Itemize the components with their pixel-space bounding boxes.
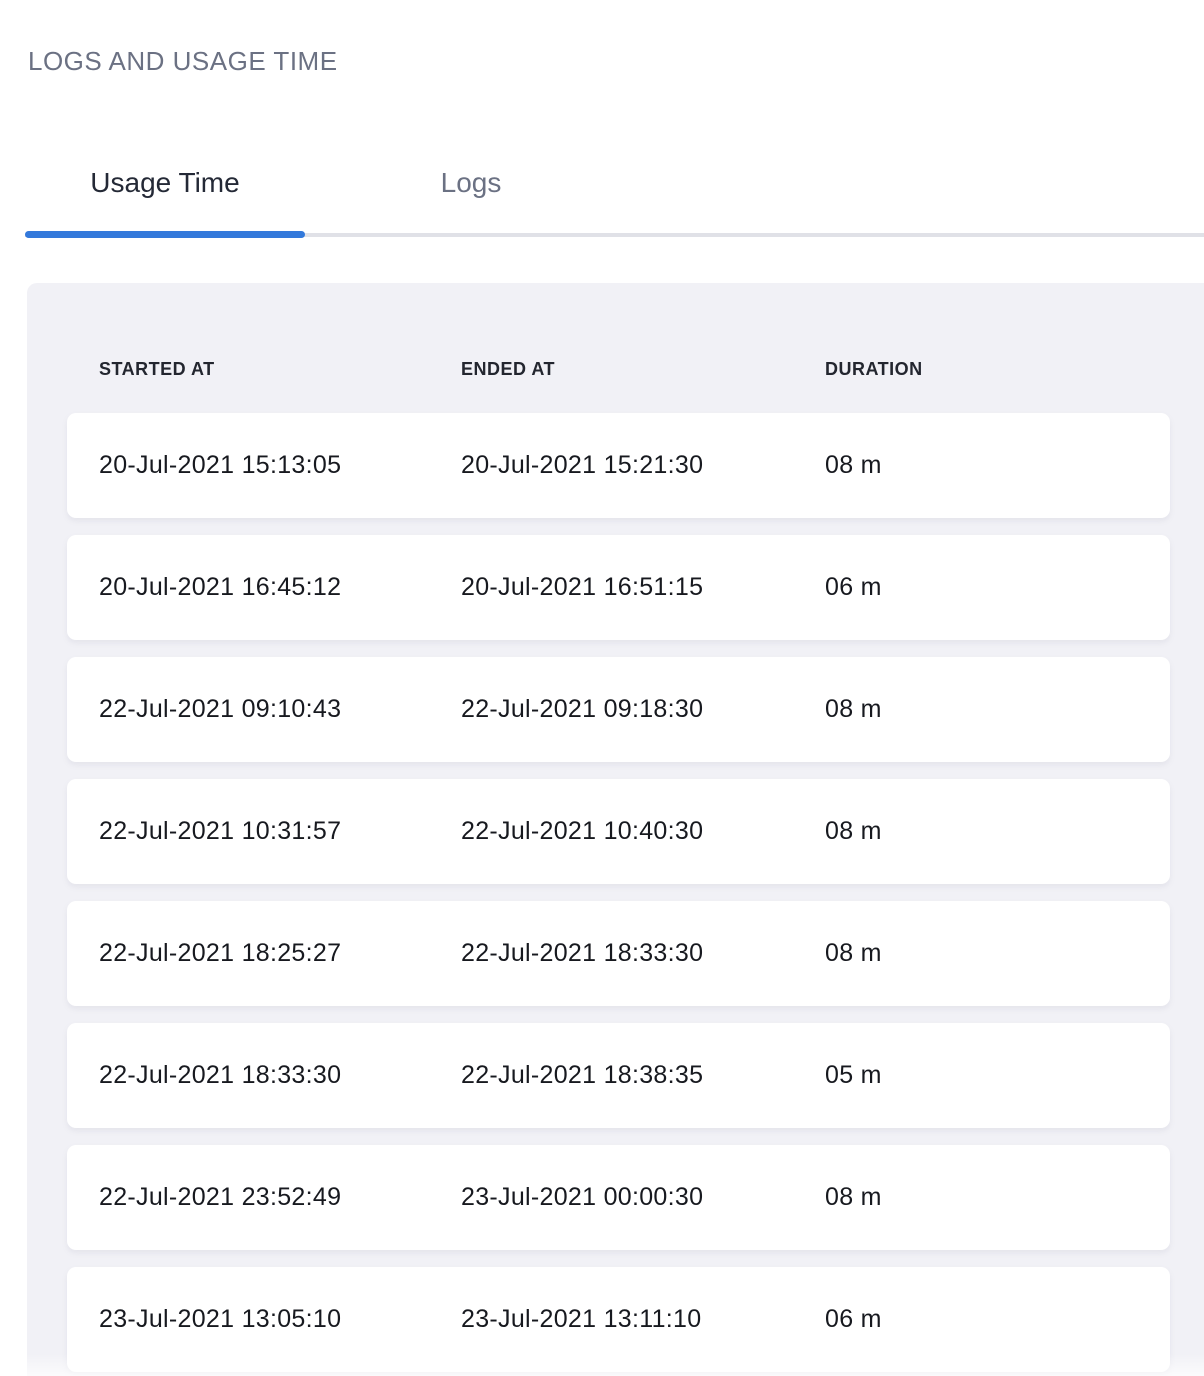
cell-ended-at: 23-Jul-2021 13:11:10 <box>461 1305 825 1334</box>
table-header-row: STARTED AT ENDED AT DURATION <box>67 358 1170 380</box>
table-row: 22-Jul-2021 18:33:30 22-Jul-2021 18:38:3… <box>67 1023 1170 1128</box>
cell-ended-at: 23-Jul-2021 00:00:30 <box>461 1183 825 1212</box>
table-row: 20-Jul-2021 16:45:12 20-Jul-2021 16:51:1… <box>67 535 1170 640</box>
table-row: 22-Jul-2021 10:31:57 22-Jul-2021 10:40:3… <box>67 779 1170 884</box>
cell-ended-at: 22-Jul-2021 10:40:30 <box>461 817 825 846</box>
cell-duration: 06 m <box>825 573 1138 602</box>
cell-ended-at: 22-Jul-2021 09:18:30 <box>461 695 825 724</box>
table-row: 22-Jul-2021 23:52:49 23-Jul-2021 00:00:3… <box>67 1145 1170 1250</box>
cell-started-at: 20-Jul-2021 15:13:05 <box>99 451 461 480</box>
cell-started-at: 22-Jul-2021 18:33:30 <box>99 1061 461 1090</box>
page: { "page": { "title": "LOGS AND USAGE TIM… <box>0 0 1204 1376</box>
usage-time-panel: STARTED AT ENDED AT DURATION 20-Jul-2021… <box>27 283 1204 1376</box>
table-row: 20-Jul-2021 15:13:05 20-Jul-2021 15:21:3… <box>67 413 1170 518</box>
active-tab-indicator <box>25 231 305 238</box>
cell-started-at: 22-Jul-2021 09:10:43 <box>99 695 461 724</box>
tabs: Usage Time Logs <box>25 158 1204 237</box>
cell-duration: 08 m <box>825 939 1138 968</box>
tab-logs-label: Logs <box>441 167 502 199</box>
cell-started-at: 22-Jul-2021 18:25:27 <box>99 939 461 968</box>
cell-ended-at: 22-Jul-2021 18:33:30 <box>461 939 825 968</box>
cell-duration: 08 m <box>825 695 1138 724</box>
tab-logs[interactable]: Logs <box>305 167 637 199</box>
column-header-ended-at: ENDED AT <box>461 359 825 380</box>
column-header-duration: DURATION <box>825 359 1138 380</box>
table-body: 20-Jul-2021 15:13:05 20-Jul-2021 15:21:3… <box>67 413 1170 1372</box>
page-title: LOGS AND USAGE TIME <box>28 46 338 77</box>
table-row: 22-Jul-2021 09:10:43 22-Jul-2021 09:18:3… <box>67 657 1170 762</box>
cell-started-at: 22-Jul-2021 10:31:57 <box>99 817 461 846</box>
cell-duration: 06 m <box>825 1305 1138 1334</box>
tab-usage-time-label: Usage Time <box>90 167 239 199</box>
cell-duration: 05 m <box>825 1061 1138 1090</box>
tab-usage-time[interactable]: Usage Time <box>25 167 305 199</box>
tabs-row: Usage Time Logs <box>25 158 1204 208</box>
table-row: 22-Jul-2021 18:25:27 22-Jul-2021 18:33:3… <box>67 901 1170 1006</box>
cell-started-at: 20-Jul-2021 16:45:12 <box>99 573 461 602</box>
cell-ended-at: 22-Jul-2021 18:38:35 <box>461 1061 825 1090</box>
cell-started-at: 23-Jul-2021 13:05:10 <box>99 1305 461 1334</box>
tab-track <box>25 233 1204 237</box>
cell-ended-at: 20-Jul-2021 15:21:30 <box>461 451 825 480</box>
cell-started-at: 22-Jul-2021 23:52:49 <box>99 1183 461 1212</box>
cell-duration: 08 m <box>825 451 1138 480</box>
column-header-started-at: STARTED AT <box>99 359 461 380</box>
cell-duration: 08 m <box>825 1183 1138 1212</box>
table-row: 23-Jul-2021 13:05:10 23-Jul-2021 13:11:1… <box>67 1267 1170 1372</box>
cell-duration: 08 m <box>825 817 1138 846</box>
cell-ended-at: 20-Jul-2021 16:51:15 <box>461 573 825 602</box>
